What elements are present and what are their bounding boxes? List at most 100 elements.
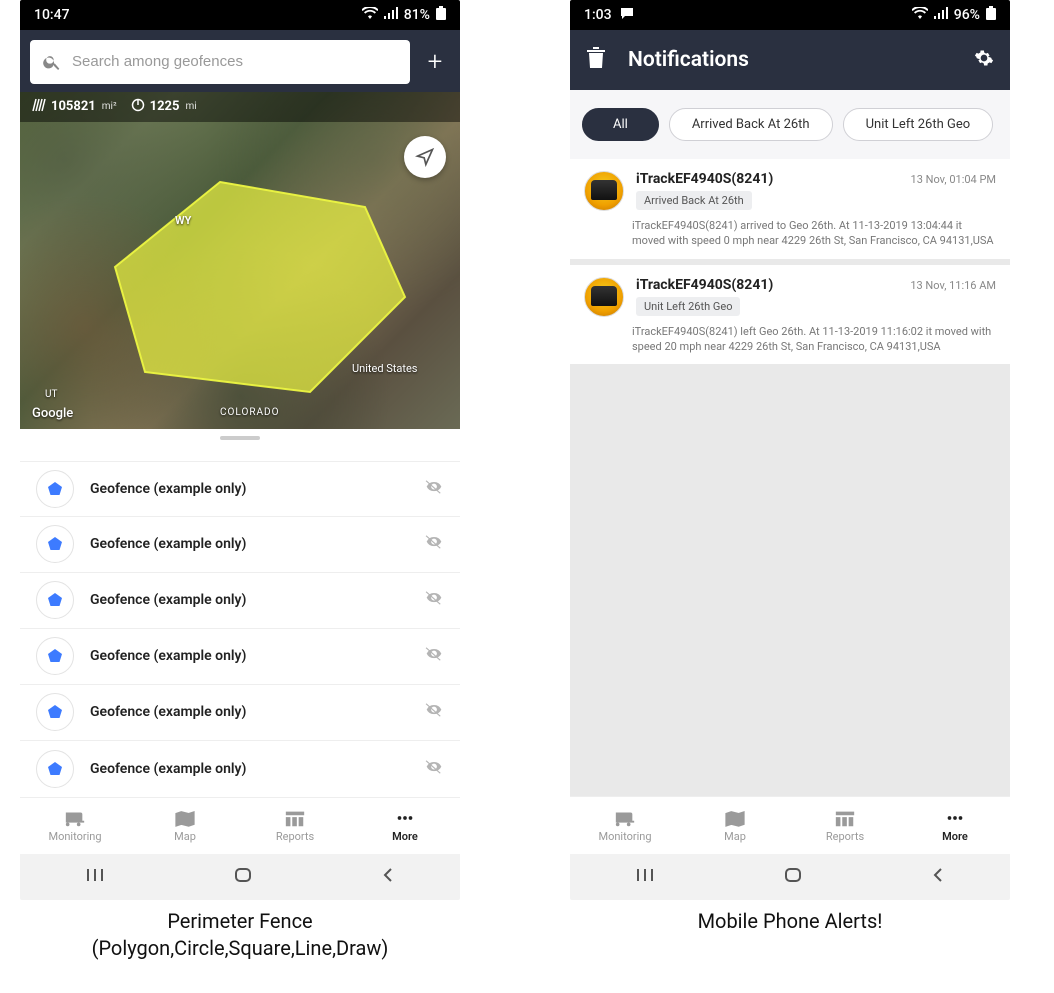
nav-map[interactable]: Map <box>680 797 790 854</box>
event-description: iTrackEF4940S(8241) arrived to Geo 26th.… <box>632 219 996 249</box>
nav-more[interactable]: More <box>900 797 1010 854</box>
bottom-nav: Monitoring Map Reports More <box>570 796 1010 854</box>
list-item[interactable]: Geofence (example only) <box>20 629 460 685</box>
map-icon <box>724 809 746 827</box>
status-bar: 10:47 81% <box>20 0 460 30</box>
car-icon <box>584 171 624 211</box>
more-icon <box>394 809 416 827</box>
filter-chips: All Arrived Back At 26th Unit Left 26th … <box>570 90 1010 159</box>
nav-monitoring[interactable]: Monitoring <box>570 797 680 854</box>
map-icon <box>174 809 196 827</box>
list-item[interactable]: Geofence (example only) <box>20 517 460 573</box>
nav-monitoring[interactable]: Monitoring <box>20 798 130 855</box>
battery-icon <box>986 6 996 24</box>
bus-icon <box>614 809 636 827</box>
search-box[interactable] <box>30 40 410 84</box>
pentagon-icon <box>47 592 63 608</box>
nav-label: Monitoring <box>598 830 651 843</box>
visibility-off-icon[interactable] <box>424 757 444 781</box>
map-label-wy: WY <box>175 214 191 227</box>
android-nav <box>570 854 1010 900</box>
visibility-off-icon[interactable] <box>424 532 444 556</box>
gear-icon[interactable] <box>974 48 994 72</box>
visibility-off-icon[interactable] <box>424 588 444 612</box>
page-title: Notifications <box>628 48 952 72</box>
status-bar: 1:03 96% <box>570 0 1010 30</box>
map-label-ut: UT <box>45 389 57 400</box>
perimeter-value: 1225 <box>150 99 180 114</box>
geofence-label: Geofence (example only) <box>90 536 408 552</box>
more-icon <box>944 809 966 827</box>
list-item[interactable]: Geofence (example only) <box>20 573 460 629</box>
pentagon-icon <box>47 481 63 497</box>
add-geofence-button[interactable]: + <box>420 40 450 84</box>
event-description: iTrackEF4940S(8241) left Geo 26th. At 11… <box>632 325 996 355</box>
event-time: 13 Nov, 11:16 AM <box>910 277 996 292</box>
bottom-nav: Monitoring Map Reports More <box>20 797 460 855</box>
car-icon <box>584 277 624 317</box>
area-value: 105821 <box>51 99 96 114</box>
home-icon[interactable] <box>783 866 803 888</box>
phone-right: 1:03 96% Notifications All Arrived Back … <box>570 0 1010 900</box>
drag-handle[interactable] <box>220 436 260 440</box>
pentagon-icon <box>47 648 63 664</box>
nav-map[interactable]: Map <box>130 798 240 855</box>
map-attribution: Google <box>32 406 73 421</box>
nav-reports[interactable]: Reports <box>790 797 900 854</box>
geofence-label: Geofence (example only) <box>90 761 408 777</box>
list-item[interactable]: Geofence (example only) <box>20 461 460 517</box>
recent-apps-icon[interactable] <box>84 866 106 888</box>
trash-icon[interactable] <box>586 47 606 73</box>
geofence-label: Geofence (example only) <box>90 648 408 664</box>
nav-label: Reports <box>826 830 864 843</box>
search-icon <box>42 52 62 72</box>
perimeter-icon <box>131 98 145 116</box>
notification-list: iTrackEF4940S(8241) Arrived Back At 26th… <box>570 159 1010 796</box>
nav-more[interactable]: More <box>350 798 460 855</box>
search-input[interactable] <box>72 53 398 70</box>
visibility-off-icon[interactable] <box>424 700 444 724</box>
map-stats: 105821 mi² 1225 mi <box>20 92 460 122</box>
table-icon <box>284 809 306 827</box>
geofence-label: Geofence (example only) <box>90 704 408 720</box>
nav-label: Map <box>724 830 746 843</box>
pentagon-icon <box>47 761 63 777</box>
nav-label: Reports <box>276 830 314 843</box>
perimeter-unit: mi <box>185 101 196 112</box>
signal-icon <box>384 7 398 23</box>
visibility-off-icon[interactable] <box>424 644 444 668</box>
clock: 1:03 <box>584 7 612 23</box>
notif-header: Notifications <box>570 30 1010 90</box>
nav-label: Map <box>174 830 196 843</box>
geofence-label: Geofence (example only) <box>90 592 408 608</box>
map-label-us: United States <box>352 362 417 375</box>
locate-button[interactable] <box>404 136 446 178</box>
notification-item[interactable]: iTrackEF4940S(8241) Unit Left 26th Geo 1… <box>570 265 1010 365</box>
event-tag: Unit Left 26th Geo <box>636 297 740 316</box>
list-item[interactable]: Geofence (example only) <box>20 741 460 797</box>
chip-left[interactable]: Unit Left 26th Geo <box>843 108 994 141</box>
battery-percent: 96% <box>954 7 980 23</box>
battery-percent: 81% <box>404 7 430 23</box>
chip-arrived[interactable]: Arrived Back At 26th <box>669 108 833 141</box>
back-icon[interactable] <box>380 866 396 888</box>
list-item[interactable]: Geofence (example only) <box>20 685 460 741</box>
unit-name: iTrackEF4940S(8241) <box>636 277 898 293</box>
pentagon-icon <box>47 536 63 552</box>
wifi-icon <box>912 7 928 23</box>
back-icon[interactable] <box>930 866 946 888</box>
event-time: 13 Nov, 01:04 PM <box>911 171 996 186</box>
geofence-list: Geofence (example only) Geofence (exampl… <box>20 443 460 797</box>
chip-all[interactable]: All <box>582 108 659 141</box>
home-icon[interactable] <box>233 866 253 888</box>
signal-icon <box>934 7 948 23</box>
nav-label: Monitoring <box>48 830 101 843</box>
visibility-off-icon[interactable] <box>424 477 444 501</box>
wifi-icon <box>362 7 378 23</box>
map[interactable]: 105821 mi² 1225 mi WY United States <box>20 92 460 429</box>
notification-item[interactable]: iTrackEF4940S(8241) Arrived Back At 26th… <box>570 159 1010 259</box>
unit-name: iTrackEF4940S(8241) <box>636 171 899 187</box>
area-icon <box>32 98 46 116</box>
recent-apps-icon[interactable] <box>634 866 656 888</box>
nav-reports[interactable]: Reports <box>240 798 350 855</box>
